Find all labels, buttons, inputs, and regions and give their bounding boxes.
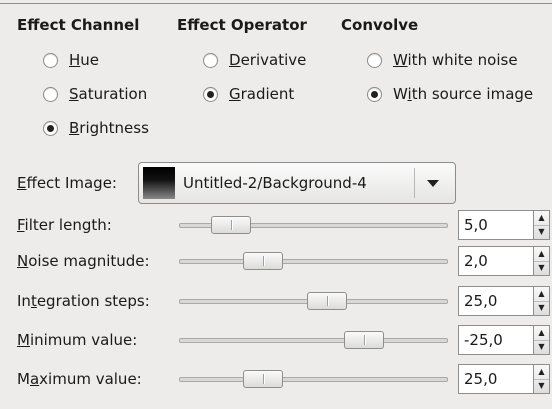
spin-down-icon[interactable]: ▼ xyxy=(534,224,549,240)
spin-up-icon[interactable]: ▲ xyxy=(534,326,549,340)
radio-indicator[interactable] xyxy=(43,52,58,68)
effect-operator-header: Effect Operator xyxy=(177,16,307,34)
radio-indicator[interactable] xyxy=(43,86,58,102)
spin-buttons[interactable]: ▲ ▼ xyxy=(534,325,550,355)
minimum-value-slider-handle[interactable] xyxy=(344,331,384,349)
radio-white-noise[interactable]: With white noise xyxy=(367,49,518,71)
spin-buttons[interactable]: ▲ ▼ xyxy=(534,364,550,394)
spin-down-icon[interactable]: ▼ xyxy=(534,260,549,276)
spin-up-icon[interactable]: ▲ xyxy=(534,287,549,301)
noise-magnitude-slider-handle[interactable] xyxy=(243,252,283,270)
spin-down-icon[interactable]: ▼ xyxy=(534,339,549,355)
maximum-value-slider-handle[interactable] xyxy=(243,370,283,388)
radio-indicator[interactable] xyxy=(367,86,382,102)
maximum-value-spinbutton[interactable]: 25,0 ▲ ▼ xyxy=(458,364,550,394)
convolve-header: Convolve xyxy=(341,16,419,34)
effect-image-label: Effect Image: xyxy=(17,174,117,192)
maximum-value-value[interactable]: 25,0 xyxy=(458,364,534,394)
radio-derivative[interactable]: Derivative xyxy=(203,49,306,71)
radio-saturation[interactable]: Saturation xyxy=(43,83,147,105)
top-separator xyxy=(0,3,552,4)
integration-steps-spinbutton[interactable]: 25,0 ▲ ▼ xyxy=(458,286,550,316)
radio-label-brightness: Brightness xyxy=(69,119,149,137)
integration-steps-label: Integration steps: xyxy=(17,292,150,310)
combo-separator xyxy=(414,168,415,198)
radio-indicator[interactable] xyxy=(203,86,218,102)
image-thumbnail xyxy=(143,167,175,199)
dropdown-arrow-icon[interactable] xyxy=(427,179,439,187)
radio-brightness[interactable]: Brightness xyxy=(43,117,149,139)
radio-label-saturation: Saturation xyxy=(69,85,148,103)
radio-indicator[interactable] xyxy=(43,120,58,136)
maximum-value-slider-track[interactable] xyxy=(179,377,448,382)
filter-length-slider-handle[interactable] xyxy=(211,216,251,234)
integration-steps-value[interactable]: 25,0 xyxy=(458,286,534,316)
radio-label-gradient: Gradient xyxy=(229,85,295,103)
minimum-value-label: Minimum value: xyxy=(17,331,138,349)
radio-label-white-noise: With white noise xyxy=(393,51,518,69)
spin-up-icon[interactable]: ▲ xyxy=(534,365,549,379)
noise-magnitude-label: Noise magnitude: xyxy=(17,252,150,270)
radio-gradient[interactable]: Gradient xyxy=(203,83,294,105)
filter-length-value[interactable]: 5,0 xyxy=(458,210,534,240)
radio-indicator[interactable] xyxy=(203,52,218,68)
minimum-value-slider-track[interactable] xyxy=(179,338,448,343)
spin-down-icon[interactable]: ▼ xyxy=(534,300,549,316)
maximum-value-label: Maximum value: xyxy=(17,370,142,388)
spin-up-icon[interactable]: ▲ xyxy=(534,247,549,261)
effect-channel-header: Effect Channel xyxy=(17,16,140,34)
radio-source-image[interactable]: With source image xyxy=(367,83,533,105)
radio-hue[interactable]: Hue xyxy=(43,49,99,71)
noise-magnitude-value[interactable]: 2,0 xyxy=(458,246,534,276)
noise-magnitude-spinbutton[interactable]: 2,0 ▲ ▼ xyxy=(458,246,550,276)
radio-label-source-image: With source image xyxy=(393,85,534,103)
spin-buttons[interactable]: ▲ ▼ xyxy=(534,210,550,240)
spin-down-icon[interactable]: ▼ xyxy=(534,378,549,394)
filter-length-spinbutton[interactable]: 5,0 ▲ ▼ xyxy=(458,210,550,240)
minimum-value-value[interactable]: -25,0 xyxy=(458,325,534,355)
spin-up-icon[interactable]: ▲ xyxy=(534,211,549,225)
filter-length-label: Filter length: xyxy=(17,216,112,234)
spin-buttons[interactable]: ▲ ▼ xyxy=(534,286,550,316)
radio-label-hue: Hue xyxy=(69,51,100,69)
effect-image-value: Untitled-2/Background-4 xyxy=(183,174,367,192)
effect-image-combo[interactable]: Untitled-2/Background-4 xyxy=(138,162,456,204)
noise-magnitude-slider-track[interactable] xyxy=(179,259,448,264)
integration-steps-slider-handle[interactable] xyxy=(307,292,347,310)
radio-indicator[interactable] xyxy=(367,52,382,68)
radio-label-derivative: Derivative xyxy=(229,51,307,69)
spin-buttons[interactable]: ▲ ▼ xyxy=(534,246,550,276)
minimum-value-spinbutton[interactable]: -25,0 ▲ ▼ xyxy=(458,325,550,355)
